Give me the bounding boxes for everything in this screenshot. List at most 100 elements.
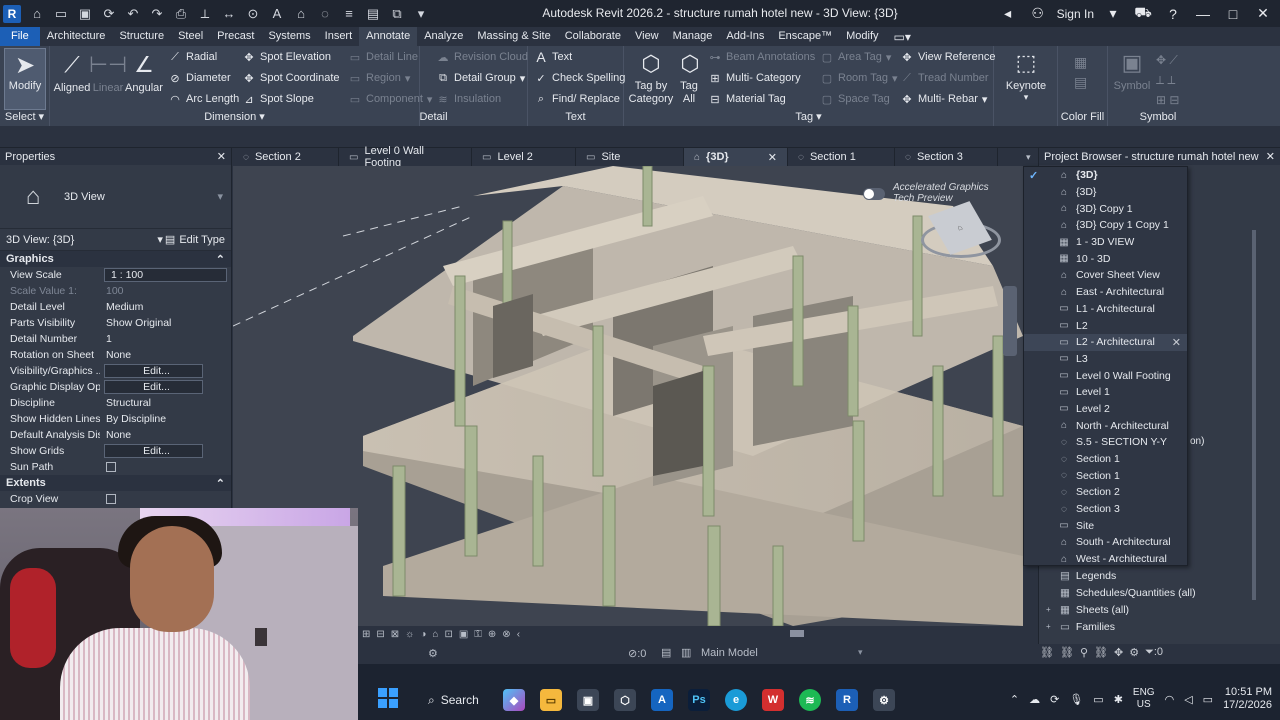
shadows-icon[interactable]: ◑ xyxy=(420,629,426,640)
photoshop-icon[interactable]: Ps xyxy=(688,689,710,711)
reveal-hidden-icon[interactable]: ⊗ xyxy=(502,629,510,640)
open-view-item[interactable]: ✓ ⌂ {3D} xyxy=(1024,167,1187,184)
revision-cloud-button[interactable]: ☁ Revision Cloud xyxy=(436,50,528,64)
tabs-dropdown-icon[interactable]: ▾ xyxy=(1026,152,1031,163)
chevron-down-icon[interactable]: ▾ xyxy=(217,190,223,203)
open-view-item[interactable]: ⌂ West - Architectural xyxy=(1024,551,1187,568)
tab-collaborate[interactable]: Collaborate xyxy=(558,27,628,46)
app-cube-icon[interactable]: ⬡ xyxy=(614,689,636,711)
view-tab-section-1[interactable]: ◌ Section 1 xyxy=(788,148,895,166)
open-view-item[interactable]: ⌂ {3D} Copy 1 xyxy=(1024,200,1187,217)
lock-view-icon[interactable]: ⚿ xyxy=(474,629,482,640)
customize-qat-icon[interactable]: ▾ xyxy=(412,5,430,23)
battery-icon[interactable]: ▭ xyxy=(1203,693,1213,706)
drag-elements-icon[interactable]: ✥ xyxy=(1114,646,1123,659)
revit-taskbar-icon[interactable]: R xyxy=(836,689,858,711)
chevron-down-icon[interactable]: ▾ xyxy=(1102,5,1124,22)
multi-category-button[interactable]: ⊞ Multi- Category xyxy=(708,71,800,85)
measure-icon[interactable]: ⟂ xyxy=(196,5,214,23)
spot-elevation-button[interactable]: ✥ Spot Elevation xyxy=(242,50,331,64)
mic-icon[interactable]: 🎙 xyxy=(1069,693,1083,706)
sign-in-button[interactable]: Sign In xyxy=(1057,7,1094,21)
view-tab-section-2[interactable]: ◌ Section 2 xyxy=(233,148,339,166)
open-view-item[interactable]: ▭ Level 0 Wall Footing xyxy=(1024,367,1187,384)
open-view-item[interactable]: ▭ L2 xyxy=(1024,317,1187,334)
view-instance-dropdown[interactable]: 3D View: {3D} ▾ xyxy=(6,233,163,246)
open-view-item[interactable]: ◌ Section 1 xyxy=(1024,467,1187,484)
edit-button[interactable]: Edit... xyxy=(104,444,203,458)
visual-style-icon[interactable]: ⊠ xyxy=(391,629,399,640)
open-view-item[interactable]: ⌂ {3D} Copy 1 Copy 1 xyxy=(1024,217,1187,234)
open-view-item[interactable]: ▭ L1 - Architectural xyxy=(1024,301,1187,318)
tab-structure[interactable]: Structure xyxy=(112,27,171,46)
sync-icon[interactable]: ⟳ xyxy=(100,5,118,23)
show-crop-icon[interactable]: ▣ xyxy=(459,629,468,640)
open-view-item[interactable]: ▭ L3 xyxy=(1024,351,1187,368)
open-view-item[interactable]: ◌ Section 1 xyxy=(1024,451,1187,468)
tab-add-ins[interactable]: Add-Ins xyxy=(719,27,771,46)
scale-icon[interactable]: ⊞ xyxy=(362,629,370,640)
tab-precast[interactable]: Precast xyxy=(210,27,261,46)
contextual-tab-icon[interactable]: ▭▾ xyxy=(894,30,911,44)
open-view-item[interactable]: ▭ Level 1 xyxy=(1024,384,1187,401)
diameter-button[interactable]: ⊘ Diameter xyxy=(168,71,230,85)
select-links-icon[interactable]: ⛓ xyxy=(1040,646,1054,659)
volume-icon[interactable]: ◁ xyxy=(1184,693,1192,706)
region-button[interactable]: ▭ Region ▾ xyxy=(348,71,411,85)
aligned-button[interactable]: ⟋ Aligned xyxy=(52,50,92,94)
navigation-bar[interactable] xyxy=(1003,286,1017,356)
tag-dropdown[interactable]: Tag ▾ xyxy=(624,110,993,123)
tab-analyze[interactable]: Analyze xyxy=(417,27,470,46)
background-process-icon[interactable]: ⚙ xyxy=(1129,646,1139,659)
tab-file[interactable]: File xyxy=(0,27,40,46)
chevron-down-icon[interactable]: ▾ xyxy=(858,647,863,658)
crop-view-checkbox[interactable] xyxy=(106,494,116,504)
main-model-selector[interactable]: Main Model xyxy=(701,647,758,659)
redo-icon[interactable]: ↷ xyxy=(148,5,166,23)
tab-view[interactable]: View xyxy=(628,27,666,46)
open-view-item[interactable]: ▦ 1 - 3D VIEW xyxy=(1024,234,1187,251)
close-icon[interactable]: ✕ xyxy=(1266,150,1275,163)
tab-annotate[interactable]: Annotate xyxy=(359,27,418,46)
wifi-icon[interactable]: ◠ xyxy=(1165,693,1175,706)
linear-button[interactable]: ⊢⊣ Linear xyxy=(89,50,127,94)
copilot-icon[interactable]: ◆ xyxy=(503,689,525,711)
arrow-left-icon[interactable]: ◂ xyxy=(997,5,1019,22)
open-view-item[interactable]: ◌ Section 2 xyxy=(1024,484,1187,501)
view-tab-section-3[interactable]: ◌ Section 3 xyxy=(895,148,998,166)
sync-tray-icon[interactable]: ⟳ xyxy=(1050,693,1059,706)
windows-start-icon[interactable] xyxy=(378,688,398,708)
edit-type-button[interactable]: ▤ Edit Type xyxy=(165,233,225,247)
extents-section-header[interactable]: Extents ⌃ xyxy=(0,475,231,491)
spot-slope-button[interactable]: ⊿ Spot Slope xyxy=(242,92,313,106)
open-view-item[interactable]: ⌂ East - Architectural xyxy=(1024,284,1187,301)
open-view-item[interactable]: ▭ L2 - Architectural ✕ xyxy=(1024,333,1187,351)
maximize-button[interactable]: □ xyxy=(1222,6,1244,22)
view-tab-site[interactable]: ▭ Site xyxy=(576,148,684,166)
room-tag-button[interactable]: ▢ Room Tag ▾ xyxy=(820,71,898,85)
multi-rebar-button[interactable]: ✥ Multi- Rebar ▾ xyxy=(900,92,987,106)
spot-coordinate-button[interactable]: ✥ Spot Coordinate xyxy=(242,71,339,85)
sun-path-checkbox[interactable] xyxy=(106,462,116,472)
tab-systems[interactable]: Systems xyxy=(261,27,317,46)
minimize-button[interactable]: — xyxy=(1192,6,1214,22)
edit-button[interactable]: Edit... xyxy=(104,364,203,378)
chevron-left-icon[interactable]: ‹ xyxy=(517,629,520,640)
graphics-section-header[interactable]: Graphics ⌃ xyxy=(0,251,231,267)
property-value[interactable]: By Discipline xyxy=(100,413,231,425)
tree-item[interactable]: + ▭ Families xyxy=(1046,618,1256,635)
tag-by-category-button[interactable]: ⬡ Tag by Category xyxy=(626,48,676,106)
component-button[interactable]: ▭ Component ▾ xyxy=(348,92,433,106)
autocad-icon[interactable]: A xyxy=(651,689,673,711)
keynote-button[interactable]: ⬚ Keynote ▾ xyxy=(1000,48,1052,103)
expand-icon[interactable]: + xyxy=(1046,622,1054,631)
view-tab-level-0-wall-footing[interactable]: ▭ Level 0 Wall Footing xyxy=(339,145,472,169)
tab-manage[interactable]: Manage xyxy=(666,27,720,46)
tab-massing-site[interactable]: Massing & Site xyxy=(470,27,557,46)
open-view-item[interactable]: ▭ Level 2 xyxy=(1024,401,1187,418)
revit-logo-icon[interactable]: R xyxy=(3,4,21,23)
view-reference-button[interactable]: ✥ View Reference xyxy=(900,50,995,64)
property-value[interactable]: 1 : 100 xyxy=(104,268,227,282)
detail-group-button[interactable]: ⧉ Detail Group ▾ xyxy=(436,71,525,85)
property-value[interactable]: Show Original xyxy=(100,317,231,329)
